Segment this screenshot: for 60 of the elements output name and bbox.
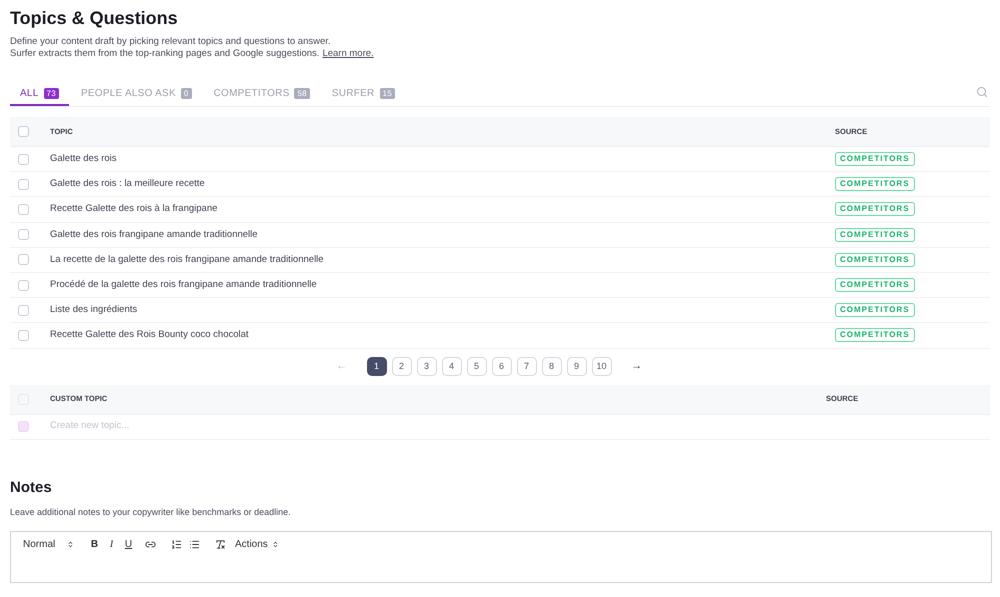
search-icon[interactable] xyxy=(976,86,988,98)
topic-text: Galette des rois : la meilleure recette xyxy=(50,177,206,192)
page-title: Topics & Questions xyxy=(10,7,179,30)
page-button[interactable]: 6 xyxy=(492,357,512,376)
learn-more-link[interactable]: Learn more. xyxy=(322,48,374,60)
checkbox[interactable] xyxy=(18,330,29,341)
topic-text: Galette des rois xyxy=(50,152,118,166)
topic-text: La recette de la galette des rois frangipane amande traditionnelle xyxy=(50,252,325,267)
checkbox[interactable] xyxy=(18,126,29,137)
checkbox[interactable] xyxy=(18,178,29,190)
next-page-button[interactable]: → xyxy=(626,358,646,375)
format-button[interactable]: B xyxy=(86,536,103,552)
count-badge: 15 xyxy=(380,88,395,98)
description: Define your content draft by picking relevant topics and questions to answer. xyxy=(10,36,332,48)
checkbox[interactable] xyxy=(18,229,29,240)
format-dropdown[interactable]: Actions xyxy=(235,536,279,552)
tab[interactable]: ALL 73 xyxy=(10,82,69,106)
topic-text: Liste des ingrédients xyxy=(50,303,138,318)
page-button[interactable]: 10 xyxy=(592,357,612,376)
source-tag: COMPETITORS xyxy=(835,278,915,292)
source-tag: COMPETITORS xyxy=(835,328,915,342)
section-title: Notes xyxy=(10,478,53,498)
page-button[interactable]: 1 xyxy=(366,357,386,376)
page-button[interactable]: 8 xyxy=(542,357,562,376)
count-badge: 58 xyxy=(294,88,310,98)
page-button[interactable]: 5 xyxy=(466,357,486,376)
source-tag: COMPETITORS xyxy=(835,228,915,242)
page-button[interactable]: 4 xyxy=(442,357,462,376)
format-button[interactable]: I xyxy=(103,536,120,552)
source-tag: COMPETITORS xyxy=(835,152,915,166)
source-tag: COMPETITORS xyxy=(835,202,915,216)
topic-text: Recette Galette des Rois Bounty coco chocolat xyxy=(50,328,250,342)
count-badge: 0 xyxy=(180,88,192,98)
bullet-list-icon[interactable] xyxy=(189,538,200,550)
page-button[interactable]: 3 xyxy=(416,357,436,376)
format-button[interactable]: U xyxy=(120,536,137,552)
page-button[interactable]: 2 xyxy=(392,357,412,376)
checkbox[interactable] xyxy=(18,154,29,165)
topic-text: Procédé de la galette des rois frangipane amande traditionnelle xyxy=(50,278,318,292)
notes-editor[interactable]: Normal B I U Actions xyxy=(10,531,992,583)
source-tag: COMPETITORS xyxy=(835,177,915,192)
new-topic-field[interactable]: Create new topic... xyxy=(50,419,990,434)
topic-text: Galette des rois frangipane amande traditionnelle xyxy=(50,228,259,242)
count-badge: 73 xyxy=(44,88,59,98)
page-button[interactable]: 7 xyxy=(516,357,536,376)
format-dropdown[interactable]: Normal xyxy=(23,536,74,552)
source-tag: COMPETITORS xyxy=(835,303,915,318)
numbered-list-icon[interactable] xyxy=(171,538,182,550)
notes-description: Leave additional notes to your copywriter like benchmarks or deadline. xyxy=(10,506,292,519)
checkbox[interactable] xyxy=(18,304,29,316)
checkbox[interactable] xyxy=(18,280,29,291)
clear-format-icon[interactable] xyxy=(215,538,226,550)
checkbox[interactable] xyxy=(18,204,29,215)
description: Surfer extracts them from the top-ranking pages and Google suggestions. xyxy=(10,48,320,60)
sort-arrows-icon xyxy=(67,540,74,548)
source-tag: COMPETITORS xyxy=(835,252,915,267)
checkbox[interactable] xyxy=(18,254,29,266)
topic-text: Recette Galette des rois à la frangipane xyxy=(50,202,218,216)
page-button[interactable]: 9 xyxy=(566,357,586,376)
sort-arrows-icon xyxy=(272,540,279,548)
